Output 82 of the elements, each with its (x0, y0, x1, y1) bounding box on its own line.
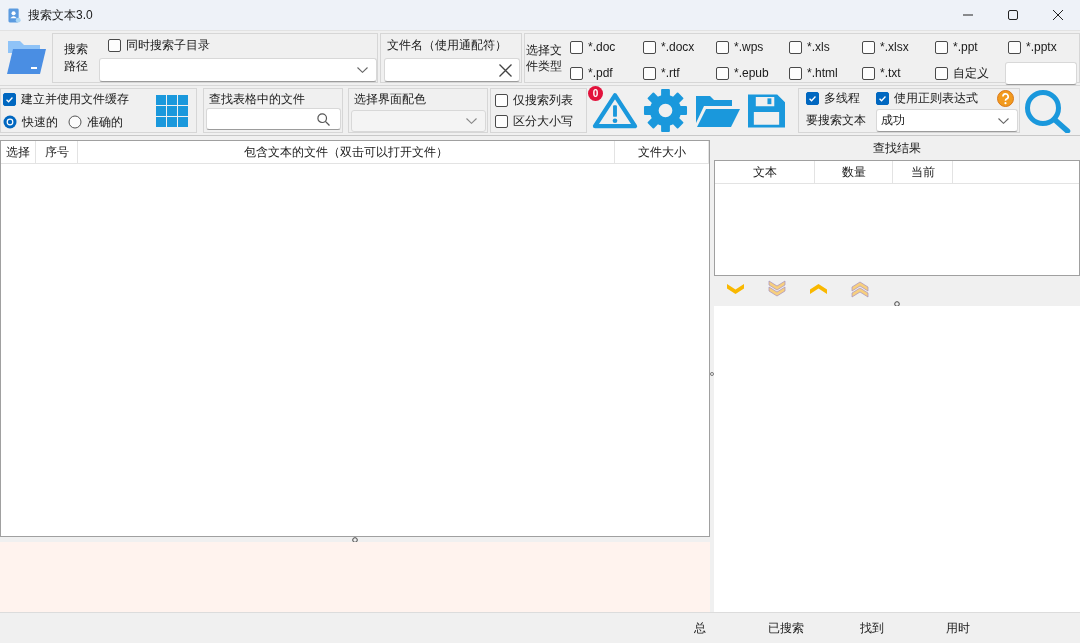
checkbox-label: *.epub (734, 66, 769, 80)
checkbox[interactable] (108, 39, 121, 52)
checkbox-label: *.html (807, 66, 838, 80)
checkbox[interactable] (570, 40, 583, 54)
checkbox-label: 使用正则表达式 (894, 90, 978, 107)
column-header[interactable]: 文件大小 (615, 141, 709, 163)
file-type-label: 选择文件类型 (526, 42, 563, 74)
table-search-field[interactable] (206, 108, 341, 130)
checkbox[interactable] (935, 40, 948, 54)
checkbox-label: *.ppt (953, 40, 978, 54)
checkbox-label: *.txt (880, 66, 901, 80)
grid-icon[interactable] (156, 94, 188, 127)
checkbox-label: *.wps (734, 40, 764, 54)
checkbox[interactable] (806, 92, 819, 105)
checkbox-label: *.doc (588, 40, 616, 54)
column-header[interactable]: 序号 (36, 141, 78, 163)
radio-button[interactable] (68, 115, 82, 129)
status-label: 用时 (945, 620, 971, 637)
checkbox[interactable] (570, 66, 583, 80)
checkbox[interactable] (3, 92, 16, 106)
caret-icon[interactable] (357, 67, 368, 73)
close-icon[interactable] (1052, 10, 1063, 20)
checkbox[interactable] (789, 66, 802, 80)
checkbox[interactable] (1008, 40, 1021, 54)
maximize-icon[interactable] (1007, 10, 1018, 20)
column-header[interactable]: 文本 (715, 161, 815, 183)
checkbox[interactable] (876, 92, 889, 105)
folder-icon[interactable] (6, 39, 46, 75)
file-name-field[interactable] (384, 58, 520, 82)
custom-extension-field[interactable] (1005, 61, 1077, 85)
checkbox[interactable] (495, 93, 508, 107)
results-title: 查找结果 (873, 139, 921, 157)
checkbox-label: 仅搜索列表 (513, 91, 573, 109)
app-icon (8, 7, 21, 23)
splitter-handle-icon[interactable] (894, 301, 900, 307)
checkbox-label: *.xlsx (880, 40, 909, 54)
caret-icon[interactable] (998, 117, 1009, 124)
gear-icon[interactable] (643, 88, 688, 133)
checkbox-label: 多线程 (824, 90, 860, 107)
checkbox[interactable] (643, 66, 656, 80)
checkbox-label: *.pptx (1026, 40, 1057, 54)
checkbox[interactable] (716, 40, 729, 54)
checkbox-label: 区分大小写 (513, 112, 573, 130)
checkbox-label: 自定义 (953, 64, 989, 82)
checkbox[interactable] (935, 66, 948, 80)
checkbox-label: 同时搜索子目录 (126, 37, 210, 54)
radio-label: 快速的 (22, 113, 58, 131)
status-label: 已搜索 (767, 620, 805, 637)
checkbox[interactable] (495, 114, 508, 128)
column-header[interactable]: 包含文本的文件（双击可以打开文件） (78, 141, 615, 163)
table-search-label: 查找表格中的文件 (209, 91, 306, 107)
checkbox-label: *.xls (807, 40, 830, 54)
file-name-label: 文件名（使用通配符） (387, 38, 508, 53)
search-text-label: 要搜索文本 (806, 112, 867, 129)
column-header[interactable]: 当前 (893, 161, 953, 183)
search-icon[interactable] (317, 112, 330, 126)
checkbox-label: 建立并使用文件缓存 (21, 90, 129, 108)
search-path-label: 搜索路径 (64, 41, 88, 75)
checkbox[interactable] (789, 40, 802, 54)
open-folder-icon[interactable] (695, 93, 740, 128)
checkbox[interactable] (862, 40, 875, 54)
count-badge: 0 (588, 86, 603, 101)
splitter-handle-icon[interactable] (352, 536, 358, 543)
checkbox-label: *.rtf (661, 66, 680, 80)
status-label: 找到 (859, 620, 885, 637)
path-combo[interactable] (99, 58, 377, 82)
checkbox[interactable] (862, 66, 875, 80)
help-icon[interactable] (997, 90, 1014, 107)
checkbox-label: *.pdf (588, 66, 613, 80)
search-text-combo[interactable]: 成功 (876, 109, 1018, 132)
checkbox[interactable] (643, 40, 656, 54)
radio-button[interactable] (3, 115, 17, 129)
status-label: 总 (693, 620, 707, 637)
radio-label: 准确的 (87, 113, 123, 131)
color-scheme-label: 选择界面配色 (354, 91, 427, 107)
checkbox[interactable] (716, 66, 729, 80)
checkbox-label: *.docx (661, 40, 695, 54)
window-title: 搜索文本3.0 (28, 6, 93, 24)
column-header[interactable]: 数量 (815, 161, 893, 183)
clear-icon[interactable] (499, 63, 512, 77)
splitter-handle-icon[interactable] (710, 371, 714, 377)
column-header[interactable]: 选择 (1, 141, 36, 163)
